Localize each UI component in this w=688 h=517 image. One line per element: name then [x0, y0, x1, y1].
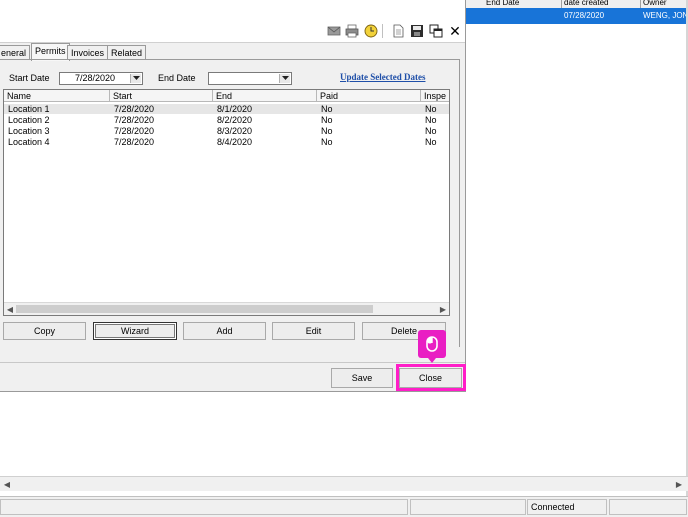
grid-header-end-date[interactable]: End Date: [484, 0, 562, 8]
connection-status: Connected: [527, 499, 607, 515]
dialog-toolbar: ✕: [0, 20, 465, 42]
status-panel-2: [410, 499, 526, 515]
column-header-name[interactable]: Name: [4, 90, 110, 102]
column-header-start[interactable]: Start: [110, 90, 213, 102]
scroll-right-icon[interactable]: ▶: [437, 303, 449, 315]
cell-start: 7/28/2020: [114, 104, 155, 114]
copy-button[interactable]: Copy: [3, 322, 86, 340]
cell-inspected: No: [425, 126, 437, 136]
cell-end: 8/3/2020: [217, 126, 253, 136]
grid-header-date-created[interactable]: date created: [562, 0, 641, 8]
tab-invoices[interactable]: Invoices: [67, 45, 109, 60]
start-date-picker[interactable]: 7/28/2020: [59, 72, 143, 85]
chevron-down-icon[interactable]: [279, 74, 290, 83]
cell-end: 8/2/2020: [217, 115, 253, 125]
copy-windows-icon[interactable]: [429, 24, 443, 38]
cell-paid: No: [321, 126, 333, 136]
envelope-icon[interactable]: [327, 24, 341, 38]
scrollbar-thumb[interactable]: [16, 305, 373, 313]
clock-icon[interactable]: [364, 24, 378, 38]
cell-start: 7/28/2020: [114, 137, 155, 147]
cell-name: Location 2: [8, 115, 50, 125]
list-row[interactable]: Location 3 7/28/2020 8/3/2020 No No: [4, 126, 449, 136]
add-button[interactable]: Add: [183, 322, 266, 340]
cell-start: 7/28/2020: [114, 126, 155, 136]
cell-name: Location 1: [8, 104, 50, 114]
tab-related[interactable]: Related: [107, 45, 147, 60]
end-date-picker[interactable]: [208, 72, 292, 85]
dialog-top-strip: [0, 0, 465, 20]
grid-cell-date-created: 07/28/2020: [564, 11, 605, 20]
close-button-highlight: [396, 364, 466, 391]
start-date-value: 7/28/2020: [74, 73, 116, 83]
edit-button[interactable]: Edit: [272, 322, 355, 340]
start-date-label: Start Date: [9, 73, 50, 83]
column-header-end[interactable]: End: [213, 90, 317, 102]
status-panel-main: [0, 499, 408, 515]
mouse-click-icon: [418, 330, 446, 363]
cell-end: 8/4/2020: [217, 137, 253, 147]
cell-inspected: No: [425, 104, 437, 114]
column-header-paid[interactable]: Paid: [317, 90, 421, 102]
cell-inspected: No: [425, 137, 437, 147]
new-document-icon[interactable]: [391, 24, 405, 38]
scroll-right-icon[interactable]: ▶: [674, 479, 684, 489]
column-header-inspected[interactable]: Inspe: [421, 90, 449, 102]
tab-general[interactable]: eneral: [0, 45, 31, 60]
cell-end: 8/1/2020: [217, 104, 253, 114]
scroll-left-icon[interactable]: ◀: [2, 479, 12, 489]
list-row[interactable]: Location 4 7/28/2020 8/4/2020 No No: [4, 137, 449, 147]
save-disk-icon[interactable]: [410, 24, 424, 38]
list-row[interactable]: Location 2 7/28/2020 8/2/2020 No No: [4, 115, 449, 125]
permits-list[interactable]: Name Start End Paid Inspe Location 1 7/2…: [3, 89, 450, 316]
cell-name: Location 4: [8, 137, 50, 147]
close-x-icon[interactable]: ✕: [448, 24, 462, 38]
wizard-button[interactable]: Wizard: [93, 322, 177, 340]
status-bar: Connected: [0, 496, 688, 517]
end-date-label: End Date: [158, 73, 196, 83]
main-horizontal-scrollbar[interactable]: ◀ ▶: [0, 476, 688, 491]
cell-inspected: No: [425, 115, 437, 125]
grid-cell-owner: WENG, JON: [643, 11, 688, 20]
cell-paid: No: [321, 104, 333, 114]
grid-header-owner[interactable]: Owner: [641, 0, 688, 8]
grid-selected-row[interactable]: 07/28/2020 WENG, JON: [466, 8, 688, 24]
list-row[interactable]: Location 1 7/28/2020 8/1/2020 No No: [4, 104, 449, 114]
cell-paid: No: [321, 137, 333, 147]
cell-name: Location 3: [8, 126, 50, 136]
save-button[interactable]: Save: [331, 368, 393, 388]
list-horizontal-scrollbar[interactable]: ◀ ▶: [4, 302, 449, 315]
cell-start: 7/28/2020: [114, 115, 155, 125]
dialog-footer-divider: [0, 362, 465, 363]
printer-icon[interactable]: [345, 24, 359, 38]
cell-paid: No: [321, 115, 333, 125]
update-selected-dates-link[interactable]: Update Selected Dates: [340, 72, 425, 82]
chevron-down-icon[interactable]: [130, 74, 141, 83]
list-header: Name Start End Paid Inspe: [4, 90, 449, 102]
toolbar-separator: [382, 24, 383, 38]
scroll-left-icon[interactable]: ◀: [4, 303, 16, 315]
permits-dialog: ✕ eneral Permits Invoices Related Start …: [0, 0, 466, 392]
status-panel-4: [609, 499, 687, 515]
